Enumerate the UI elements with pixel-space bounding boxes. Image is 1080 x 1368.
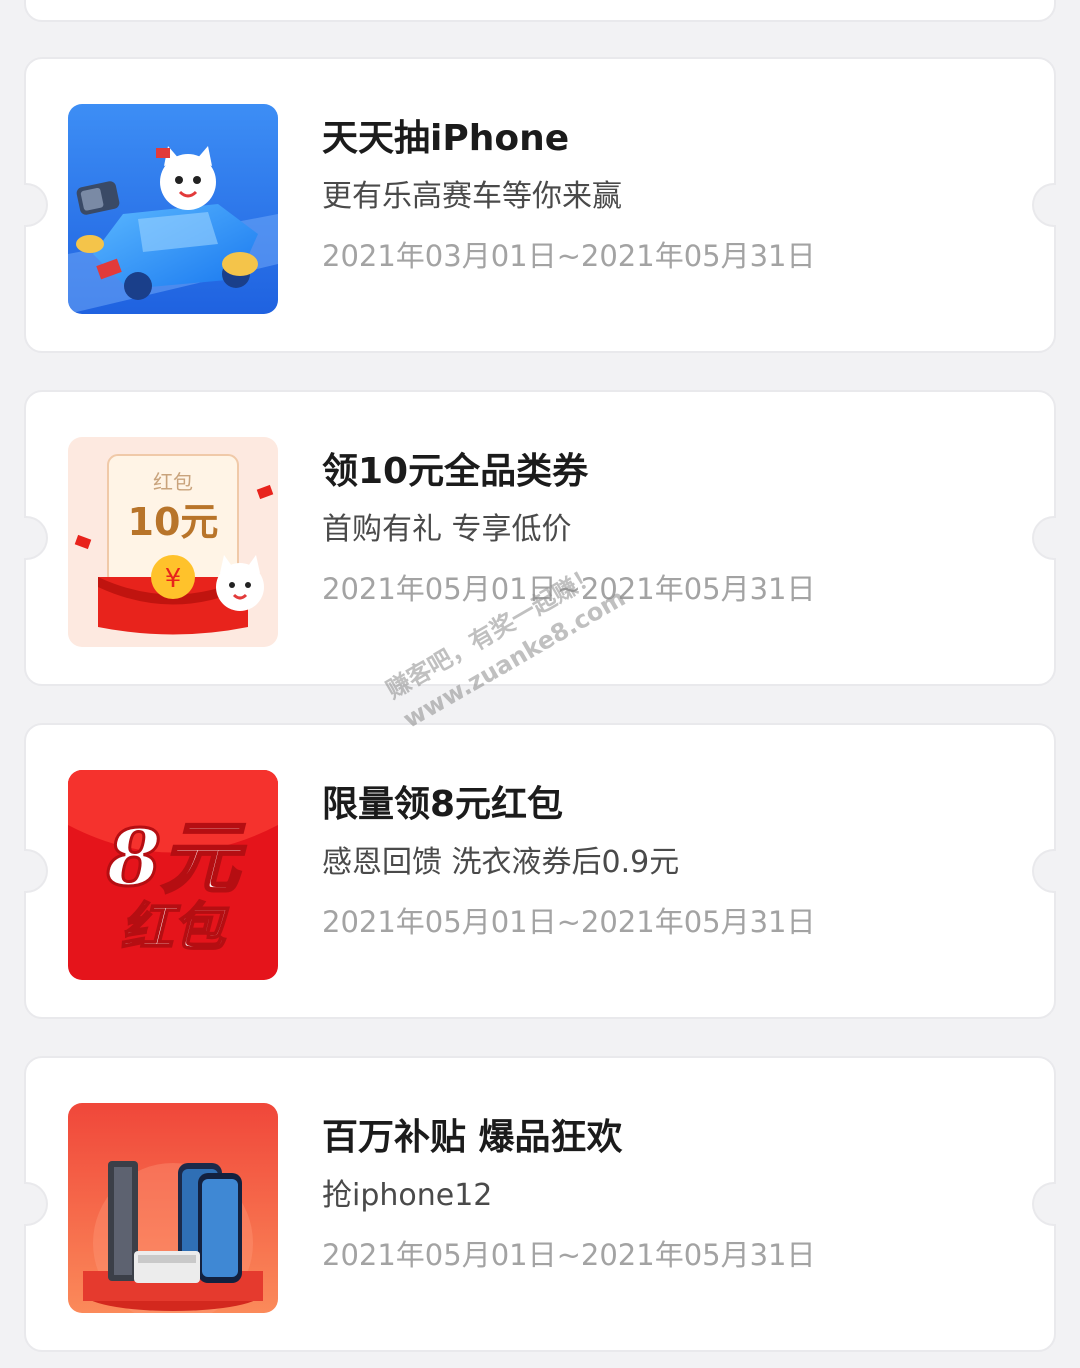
activity-title: 百万补贴 爆品狂欢 <box>322 1117 623 1158</box>
red-envelope-8-yuan-image: 8元 红包 <box>68 770 278 980</box>
ticket-notch-left <box>24 1182 48 1226</box>
activity-period: 2021年03月01日~2021年05月31日 <box>322 239 816 273</box>
ticket-notch-right <box>1032 183 1056 227</box>
activity-card-iphone[interactable]: 天天抽iPhone 更有乐高赛车等你来赢 2021年03月01日~2021年05… <box>24 57 1056 353</box>
activity-title: 天天抽iPhone <box>322 118 570 159</box>
previous-card-edge <box>24 0 1056 22</box>
activity-card-10-yuan-coupon[interactable]: ¥ 红包 10元 领10元全品类券 首购有礼 专享低价 2021年05月01日~… <box>24 390 1056 686</box>
activity-subtitle: 抢iphone12 <box>322 1178 493 1213</box>
activity-subtitle: 更有乐高赛车等你来赢 <box>322 179 622 214</box>
activity-title: 领10元全品类券 <box>322 451 589 492</box>
activity-subtitle: 首购有礼 专享低价 <box>322 512 572 547</box>
envelope-label: 红包 <box>121 898 229 958</box>
activity-thumbnail-red-envelope-10: ¥ 红包 10元 <box>68 437 278 647</box>
ticket-notch-right <box>1032 849 1056 893</box>
activity-thumbnail-phones <box>68 1103 278 1313</box>
activity-thumbnail-red-envelope-8: 8元 红包 <box>68 770 278 980</box>
activity-period: 2021年05月01日~2021年05月31日 <box>322 1238 816 1272</box>
activity-subtitle: 感恩回馈 洗衣液券后0.9元 <box>322 845 680 880</box>
ticket-notch-left <box>24 849 48 893</box>
envelope-label: 红包 <box>153 470 193 494</box>
activity-period: 2021年05月01日~2021年05月31日 <box>322 572 816 606</box>
ticket-notch-left <box>24 183 48 227</box>
red-envelope-10-yuan-image: ¥ 红包 10元 <box>68 437 278 647</box>
activity-card-million-subsidy[interactable]: 百万补贴 爆品狂欢 抢iphone12 2021年05月01日~2021年05月… <box>24 1056 1056 1352</box>
ticket-notch-right <box>1032 516 1056 560</box>
ticket-notch-right <box>1032 1182 1056 1226</box>
activity-card-8-yuan-envelope[interactable]: 8元 红包 限量领8元红包 感恩回馈 洗衣液券后0.9元 2021年05月01日… <box>24 723 1056 1019</box>
cat-race-car-illustration <box>68 104 278 314</box>
activity-title: 限量领8元红包 <box>322 784 564 825</box>
envelope-amount: 8元 <box>106 813 246 904</box>
ticket-notch-left <box>24 516 48 560</box>
phones-on-red-stage-image <box>68 1103 278 1313</box>
activity-period: 2021年05月01日~2021年05月31日 <box>322 905 816 939</box>
svg-text:¥: ¥ <box>165 564 182 594</box>
activity-thumbnail-race-car <box>68 104 278 314</box>
envelope-amount: 10元 <box>128 500 219 544</box>
